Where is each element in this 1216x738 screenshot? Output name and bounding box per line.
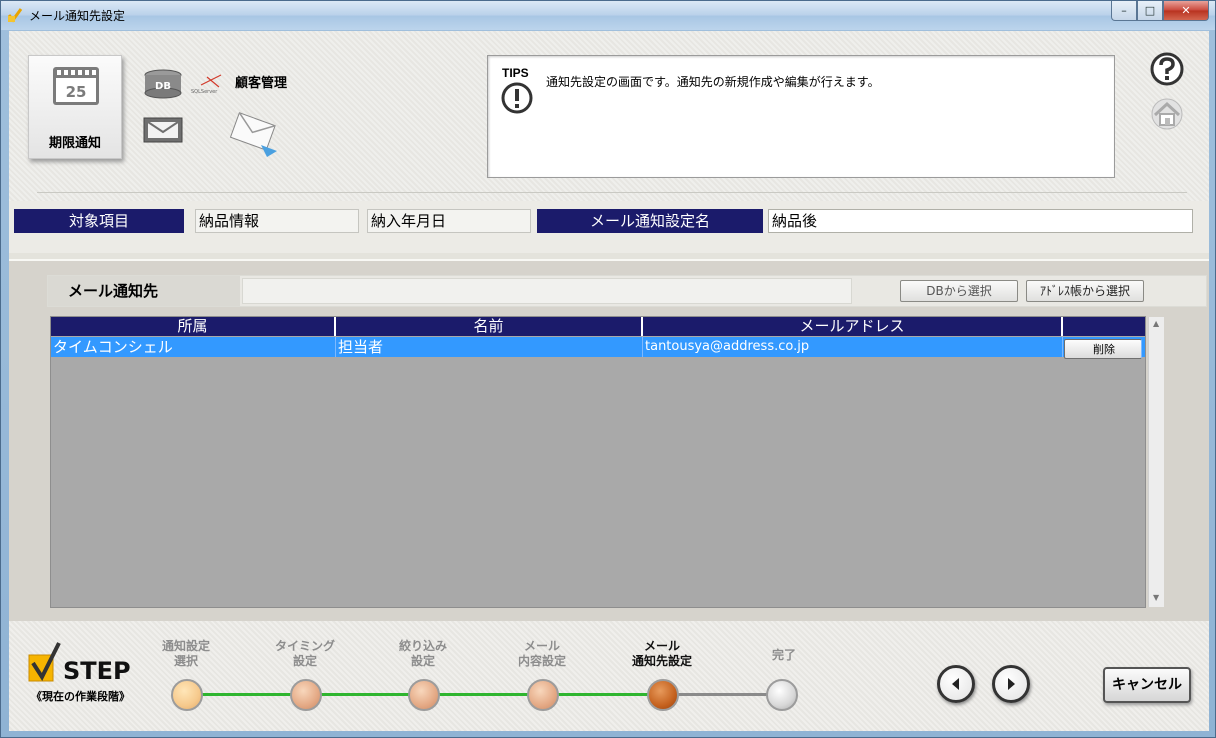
step-label-6: 完了 xyxy=(771,648,796,662)
target-row: 対象項目 納品情報 納入年月日 メール通知設定名 納品後 xyxy=(9,203,1209,241)
table-row[interactable]: タイムコンシェル 担当者 tantousya@address.co.jp 削除 xyxy=(51,337,1145,359)
step-subtitle: 《現在の作業段階》 xyxy=(31,690,130,703)
maximize-button[interactable]: □ xyxy=(1137,1,1163,21)
column-header-action xyxy=(1063,317,1145,336)
setting-name-label: メール通知設定名 xyxy=(537,209,763,233)
deadline-notice-tile[interactable]: 25 期限通知 xyxy=(28,55,122,159)
recipient-grid: 所属 名前 メールアドレス タイムコンシェル 担当者 tantousya@add… xyxy=(50,316,1164,608)
send-mail-icon xyxy=(229,112,277,157)
mail-icon xyxy=(143,117,183,143)
calendar-icon: 25 xyxy=(53,67,99,105)
arrow-right-icon xyxy=(1008,678,1015,690)
main-panel: メール通知先 DBから選択 ｱﾄﾞﾚｽ帳から選択 所属 名前 メールアドレス タ… xyxy=(9,261,1209,621)
delete-button[interactable]: 削除 xyxy=(1064,339,1142,359)
cancel-button[interactable]: キャンセル xyxy=(1103,667,1191,703)
app-window: メール通知先設定 – □ ✕ 25 期限通知 DB SQLServer 顧客管理… xyxy=(0,0,1216,738)
cell-email[interactable]: tantousya@address.co.jp xyxy=(643,337,1063,357)
column-header-email[interactable]: メールアドレス xyxy=(643,317,1063,336)
minimize-button[interactable]: – xyxy=(1111,1,1137,21)
step-title: STEP xyxy=(63,657,131,685)
client-area: 25 期限通知 DB SQLServer 顧客管理 TIPS 通知先設定の画面で… xyxy=(9,31,1209,731)
help-icon[interactable] xyxy=(1149,51,1185,87)
step-node-2 xyxy=(290,679,322,711)
scroll-down-icon[interactable]: ▼ xyxy=(1153,593,1159,602)
header-divider xyxy=(37,192,1187,193)
grid-header: 所属 名前 メールアドレス xyxy=(51,317,1145,336)
tile-label: 期限通知 xyxy=(48,136,101,151)
calendar-day: 25 xyxy=(66,83,87,101)
vertical-scrollbar[interactable]: ▲ ▼ xyxy=(1148,317,1164,607)
step-node-5 xyxy=(647,679,679,711)
step-label-4: メール 内容設定 xyxy=(517,639,566,668)
step-label-2: タイミング 設定 xyxy=(274,639,335,668)
sqlserver-label: SQLServer xyxy=(191,89,218,95)
target-value-1: 納品情報 xyxy=(195,209,359,233)
next-button[interactable] xyxy=(992,665,1030,703)
step-label-1: 通知設定 選択 xyxy=(161,639,210,668)
step-node-4 xyxy=(527,679,559,711)
cell-affiliation[interactable]: タイムコンシェル xyxy=(51,337,336,357)
target-label: 対象項目 xyxy=(14,209,184,233)
tips-text: 通知先設定の画面です。通知先の新規作成や編集が行えます。 xyxy=(546,75,880,89)
tips-box: TIPS 通知先設定の画面です。通知先の新規作成や編集が行えます。 xyxy=(487,55,1115,178)
step-node-1 xyxy=(171,679,203,711)
tips-label: TIPS xyxy=(502,66,529,80)
db-select-button[interactable]: DBから選択 xyxy=(900,280,1018,302)
cell-name[interactable]: 担当者 xyxy=(336,337,643,357)
previous-button[interactable] xyxy=(937,665,975,703)
notify-label: メール通知先 xyxy=(48,276,240,306)
notify-input[interactable] xyxy=(242,278,852,304)
target-value-2: 納入年月日 xyxy=(367,209,531,233)
database-icon: DB xyxy=(144,69,182,99)
address-book-select-button[interactable]: ｱﾄﾞﾚｽ帳から選択 xyxy=(1026,280,1144,302)
setting-name-field[interactable]: 納品後 xyxy=(768,209,1193,233)
customer-management-label: 顧客管理 xyxy=(235,76,288,91)
scroll-up-icon[interactable]: ▲ xyxy=(1153,319,1159,328)
step-node-3 xyxy=(408,679,440,711)
home-icon[interactable] xyxy=(1149,97,1185,131)
step-label-3: 絞り込み 設定 xyxy=(398,639,447,668)
title-bar[interactable]: メール通知先設定 – □ ✕ xyxy=(1,1,1215,30)
exclamation-icon xyxy=(501,82,533,114)
header-area: 25 期限通知 DB SQLServer 顧客管理 TIPS 通知先設定の画面で… xyxy=(9,31,1209,201)
step-footer: STEP 《現在の作業段階》 通知設定 選択 タイミング 設定 絞り込み 設定 メール… xyxy=(9,621,1209,731)
arrow-left-icon xyxy=(952,678,959,690)
window-title: メール通知先設定 xyxy=(29,9,126,23)
app-icon xyxy=(7,8,23,23)
db-label: DB xyxy=(155,81,171,92)
step-node-6 xyxy=(766,679,798,711)
sqlserver-icon: SQLServer xyxy=(191,74,222,95)
notify-bar: メール通知先 DBから選択 ｱﾄﾞﾚｽ帳から選択 xyxy=(47,275,1207,307)
close-button[interactable]: ✕ xyxy=(1163,1,1209,21)
divider-band xyxy=(9,253,1209,261)
column-header-name[interactable]: 名前 xyxy=(336,317,643,336)
column-header-affiliation[interactable]: 所属 xyxy=(51,317,336,336)
step-label-5: メール 通知先設定 xyxy=(631,639,692,668)
